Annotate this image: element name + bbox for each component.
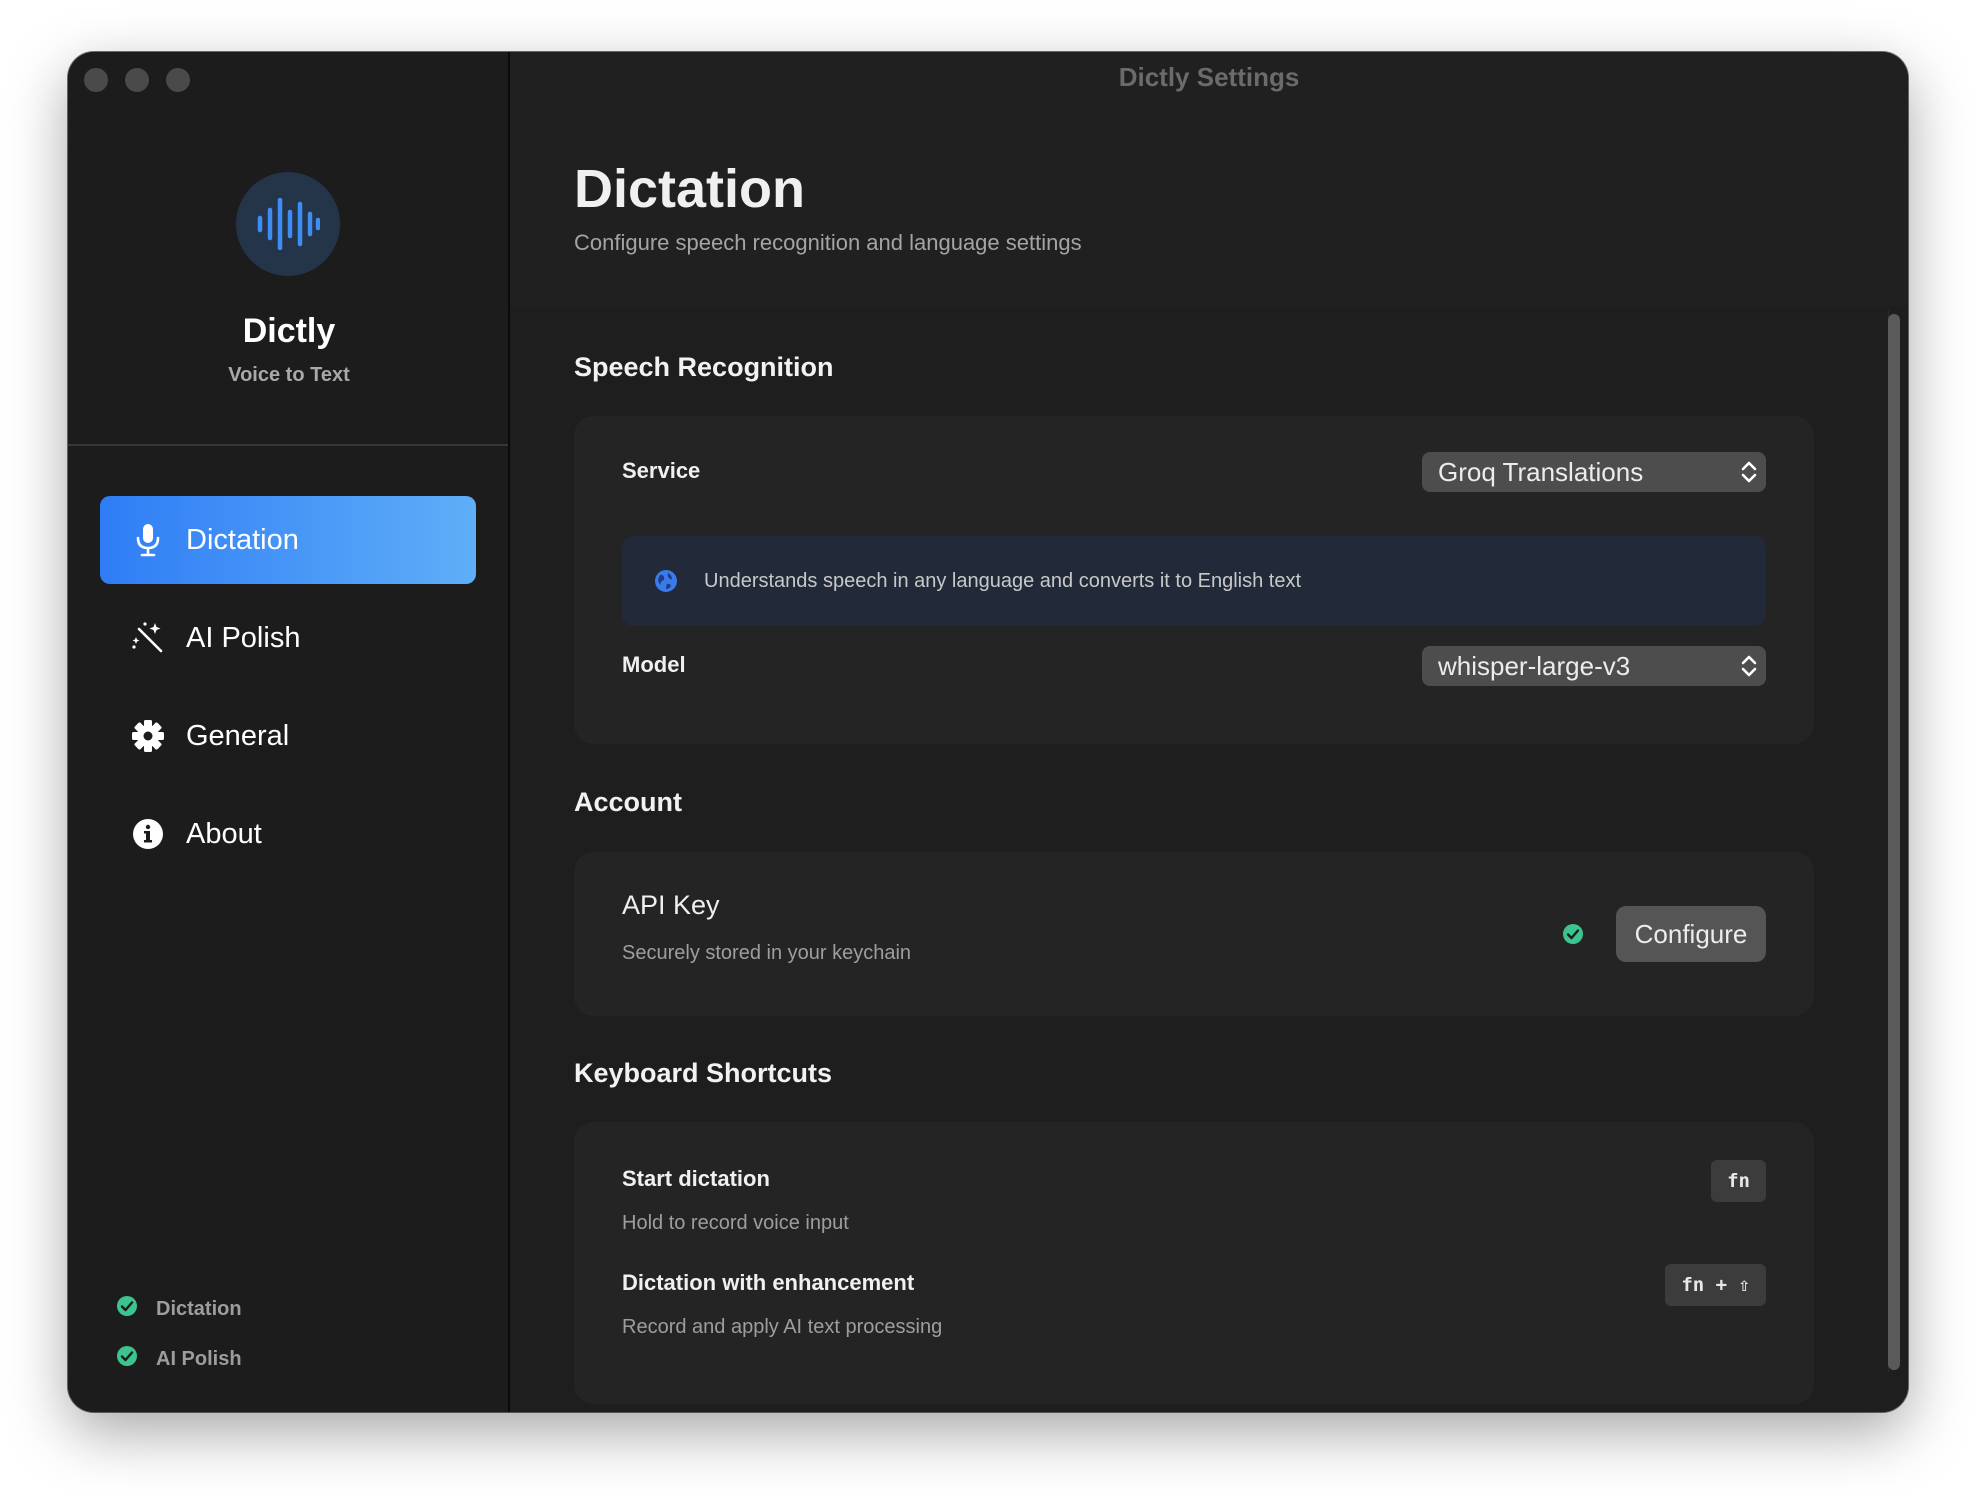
sidebar: Dictly Voice to Text Dictation AI Polish…: [68, 52, 510, 1412]
sidebar-item-label: Dictation: [186, 523, 299, 556]
model-select[interactable]: whisper-large-v3: [1422, 646, 1766, 686]
minimize-window-button[interactable]: [125, 68, 149, 92]
api-key-description: Securely stored in your keychain: [622, 942, 912, 964]
model-label: Model: [622, 652, 686, 677]
window-title: Dictly Settings: [1118, 62, 1300, 92]
speech-recognition-card: Service Groq Translations Understands sp…: [574, 416, 1814, 744]
magic-wand-icon: [130, 620, 166, 656]
check-circle-icon: [116, 1295, 138, 1323]
service-label: Service: [622, 458, 701, 483]
account-card: API Key Securely stored in your keychain…: [574, 852, 1814, 1016]
shortcut-label: Start dictation: [622, 1166, 770, 1191]
service-info-text: Understands speech in any language and c…: [704, 569, 1302, 592]
sidebar-item-dictation[interactable]: Dictation: [100, 496, 476, 584]
model-select-value: whisper-large-v3: [1438, 650, 1631, 681]
status-ai-polish: AI Polish: [116, 1334, 242, 1384]
configure-button[interactable]: Configure: [1616, 906, 1766, 962]
info-icon: [130, 816, 166, 852]
microphone-icon: [130, 522, 166, 558]
sidebar-item-label: AI Polish: [186, 621, 301, 654]
globe-icon: [654, 569, 678, 593]
settings-window: Dictly Voice to Text Dictation AI Polish…: [68, 52, 1908, 1412]
check-circle-icon: [116, 1345, 138, 1373]
shortcut-keys[interactable]: fn: [1711, 1160, 1766, 1202]
shortcut-description: Hold to record voice input: [622, 1212, 849, 1234]
sidebar-item-about[interactable]: About: [100, 790, 476, 878]
api-key-label: API Key: [622, 890, 720, 920]
service-select[interactable]: Groq Translations: [1422, 452, 1766, 492]
gear-icon: [130, 718, 166, 754]
page-title: Dictation: [574, 159, 806, 219]
status-label: AI Polish: [156, 1347, 242, 1370]
service-select-value: Groq Translations: [1438, 456, 1644, 487]
shortcut-label: Dictation with enhancement: [622, 1270, 915, 1295]
sidebar-divider: [68, 444, 508, 446]
keyboard-shortcuts-card: Start dictation Hold to record voice inp…: [574, 1122, 1814, 1404]
section-title-keyboard-shortcuts: Keyboard Shortcuts: [574, 1058, 833, 1088]
section-title-account: Account: [574, 787, 682, 817]
sidebar-item-label: General: [186, 719, 290, 752]
chevron-up-down-icon: [1740, 652, 1758, 687]
service-info-box: Understands speech in any language and c…: [622, 536, 1766, 626]
chevron-up-down-icon: [1740, 458, 1758, 493]
service-status-list: Dictation AI Polish: [116, 1284, 242, 1384]
status-dictation: Dictation: [116, 1284, 242, 1334]
waveform-icon: [236, 172, 340, 276]
check-circle-icon: [1562, 923, 1584, 950]
window-controls: [84, 68, 190, 92]
section-title-speech-recognition: Speech Recognition: [574, 352, 834, 382]
app-tagline: Voice to Text: [228, 364, 350, 386]
app-name: Dictly: [242, 312, 336, 350]
main-panel: Dictation Configure speech recognition a…: [510, 52, 1908, 1412]
sidebar-item-general[interactable]: General: [100, 692, 476, 780]
zoom-window-button[interactable]: [166, 68, 190, 92]
close-window-button[interactable]: [84, 68, 108, 92]
shortcut-description: Record and apply AI text processing: [622, 1316, 943, 1338]
page-subtitle: Configure speech recognition and languag…: [574, 230, 1082, 255]
scrollbar-thumb[interactable]: [1888, 314, 1900, 1370]
sidebar-item-label: About: [186, 817, 262, 850]
sidebar-nav: Dictation AI Polish General About: [100, 496, 476, 888]
shortcut-keys[interactable]: fn + ⇧: [1665, 1264, 1766, 1306]
sidebar-item-ai-polish[interactable]: AI Polish: [100, 594, 476, 682]
status-label: Dictation: [156, 1297, 242, 1320]
